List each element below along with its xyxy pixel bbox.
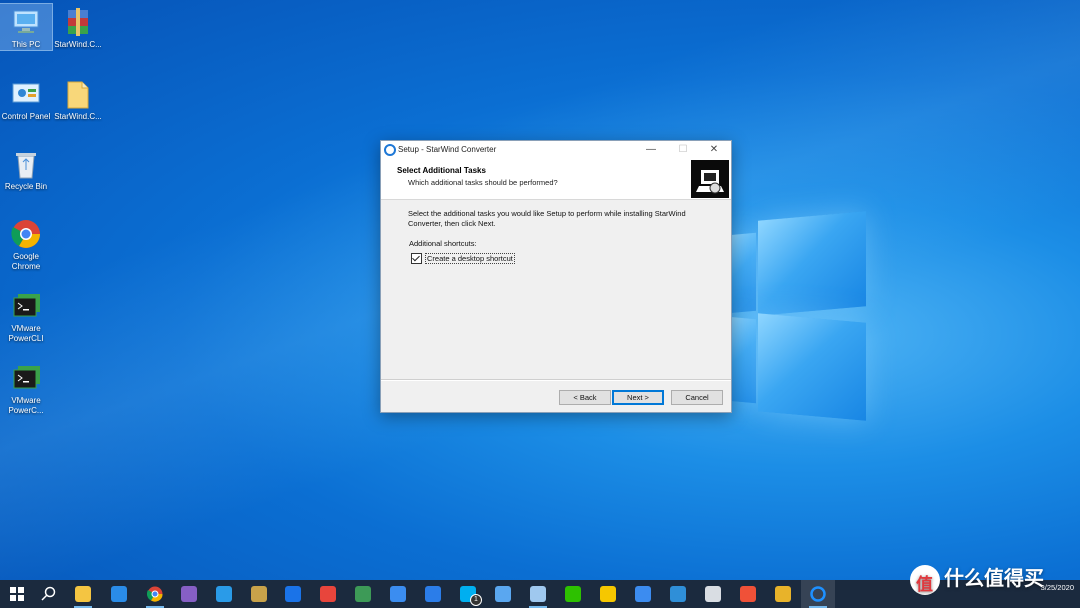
taskbar-edge[interactable] — [661, 580, 695, 608]
taskbar-chrome[interactable] — [138, 580, 172, 608]
wizard-page-subtitle: Which additional tasks should be perform… — [408, 178, 558, 187]
footer-divider — [381, 379, 731, 381]
watermark-text: 什么值得买 — [944, 568, 1044, 590]
taskbar-baidu-netdisk[interactable] — [626, 580, 660, 608]
maximize-button[interactable]: ☐ — [668, 141, 698, 159]
taskbar-sourcetree[interactable] — [346, 580, 380, 608]
note-icon — [390, 586, 406, 602]
taskbar-tools[interactable] — [242, 580, 276, 608]
taskbar-wechat[interactable] — [556, 580, 590, 608]
taskbar-skype[interactable]: 1 — [451, 580, 485, 608]
start-icon — [9, 586, 25, 602]
visual-studio-icon — [181, 586, 197, 602]
cancel-button[interactable]: Cancel — [671, 390, 723, 405]
taskbar-swift[interactable] — [731, 580, 765, 608]
sourcetree-icon — [355, 586, 371, 602]
taskbar-search[interactable] — [32, 580, 66, 608]
winrar-archive-icon — [62, 6, 94, 38]
dialog-title: Setup - StarWind Converter — [398, 145, 497, 154]
taskbar-remote-app[interactable] — [696, 580, 730, 608]
remote-app-icon — [705, 586, 721, 602]
taskbar-file-explorer[interactable] — [66, 580, 100, 608]
close-button[interactable]: ✕ — [699, 141, 729, 159]
shortcuts-group-label: Additional shortcuts: — [409, 239, 477, 248]
desktop-icon-starwind-folder[interactable]: StarWind.C... — [52, 76, 104, 122]
norton-icon — [600, 586, 616, 602]
taskbar-starwind-setup[interactable] — [801, 580, 835, 608]
control-panel-icon — [10, 78, 42, 110]
mail-app-icon — [495, 586, 511, 602]
bookmark-icon — [425, 586, 441, 602]
desktop-icon-this-pc[interactable]: This PC — [0, 3, 53, 51]
watermark-badge-icon — [910, 564, 940, 595]
baidu-netdisk-icon — [635, 586, 651, 602]
edge-icon — [670, 586, 686, 602]
taskbar-maps[interactable] — [276, 580, 310, 608]
taskbar-mail[interactable] — [102, 580, 136, 608]
tools-icon — [251, 586, 267, 602]
taskbar-vscode[interactable] — [207, 580, 241, 608]
back-button[interactable]: < Back — [559, 390, 611, 405]
setup-wizard-logo-icon — [691, 160, 729, 198]
remote-desktop-icon — [530, 586, 546, 602]
wizard-header: Select Additional Tasks Which additional… — [381, 159, 731, 200]
system-clock[interactable]: 3/25/2020 — [1041, 583, 1074, 593]
this-pc-icon — [10, 6, 42, 38]
skype-notification-badge: 1 — [470, 594, 482, 606]
desktop-shortcut-label[interactable]: Create a desktop shortcut — [425, 253, 515, 265]
minimize-button[interactable]: — — [636, 141, 666, 159]
file-explorer-icon — [75, 586, 91, 602]
powercli-icon — [10, 290, 42, 322]
setup-dialog: Setup - StarWind Converter — ☐ ✕ Select … — [380, 140, 732, 413]
starwind-setup-icon — [810, 586, 826, 602]
recycle-bin-icon — [10, 148, 42, 180]
chrome-icon — [146, 586, 163, 602]
taskbar-slack[interactable] — [766, 580, 800, 608]
desktop-icon-starwind-archive[interactable]: StarWind.C... — [52, 4, 104, 50]
taskbar-remote-desktop[interactable] — [521, 580, 555, 608]
chrome-icon — [10, 218, 42, 250]
taskbar-note[interactable] — [381, 580, 415, 608]
maps-icon — [285, 586, 301, 602]
clock-date: 3/25/2020 — [1040, 583, 1074, 592]
taskbar-app-grid[interactable] — [311, 580, 345, 608]
taskbar-start[interactable] — [0, 580, 34, 608]
wechat-icon — [565, 586, 581, 602]
desktop-icon-recycle-bin[interactable]: Recycle Bin — [0, 146, 52, 192]
wizard-page-title: Select Additional Tasks — [397, 166, 486, 175]
taskbar-norton[interactable] — [591, 580, 625, 608]
mail-icon — [111, 586, 127, 602]
watermark-logo: 什么值得买 — [910, 562, 1044, 600]
vscode-icon — [216, 586, 232, 602]
next-button[interactable]: Next > — [612, 390, 664, 405]
dialog-titlebar[interactable]: Setup - StarWind Converter — ☐ ✕ — [381, 141, 731, 159]
app-grid-icon — [320, 586, 336, 602]
instructions-text: Select the additional tasks you would li… — [408, 209, 686, 228]
desktop-shortcut-checkbox[interactable] — [411, 253, 422, 265]
desktop-icon-vmware-powercli-2[interactable]: VMware PowerC... — [0, 360, 52, 416]
taskbar-bookmark[interactable] — [416, 580, 450, 608]
slack-icon — [775, 586, 791, 602]
swift-icon — [740, 586, 756, 602]
desktop-shortcut-option[interactable]: Create a desktop shortcut — [411, 253, 515, 265]
desktop-icon-control-panel[interactable]: Control Panel — [0, 76, 52, 122]
desktop-icon-vmware-powercli[interactable]: VMware PowerCLI — [0, 288, 52, 344]
desktop-icon-google-chrome[interactable]: Google Chrome — [0, 216, 52, 272]
folder-icon — [62, 78, 94, 110]
powercli-icon — [10, 362, 42, 394]
starwind-app-icon — [384, 144, 396, 156]
taskbar-visual-studio[interactable] — [172, 580, 206, 608]
search-icon — [41, 586, 57, 602]
taskbar-mail-app[interactable] — [486, 580, 520, 608]
